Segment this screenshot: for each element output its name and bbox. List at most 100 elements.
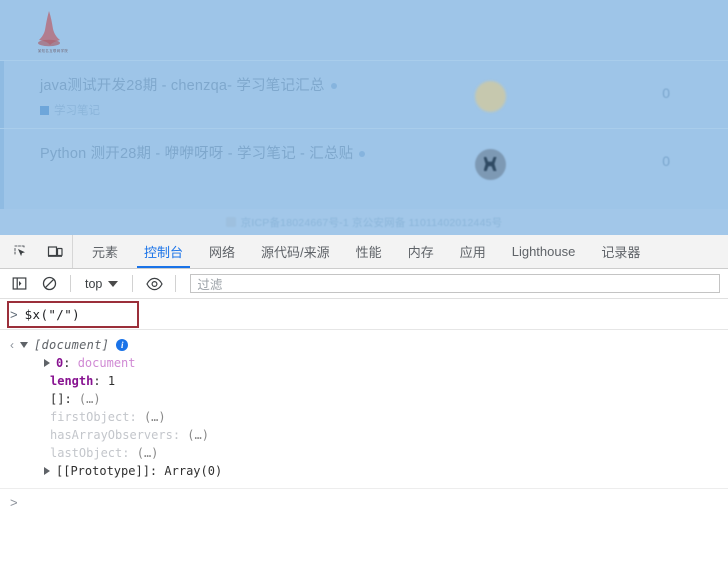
- tab-label: 网络: [209, 245, 236, 260]
- app-root: 某知名互联网学院 java测试开发28期 - chenzqa- 学习笔记汇总 学…: [0, 0, 728, 571]
- property-row[interactable]: hasArrayObservers: (…): [0, 426, 728, 444]
- logo-caption: 某知名互联网学院: [37, 49, 69, 53]
- tab-label: Lighthouse: [511, 244, 576, 259]
- devtools-tabs: 元素 控制台 网络 源代码/来源 性能 内存 应用 Lighthouse 记录器: [73, 235, 653, 268]
- result-label: [document]: [34, 338, 110, 352]
- property-row: length: 1: [0, 372, 728, 390]
- property-row[interactable]: firstObject: (…): [0, 408, 728, 426]
- table-row[interactable]: java测试开发28期 - chenzqa- 学习笔记汇总 学习笔记 0: [0, 60, 728, 128]
- thread-avatar-cell: [440, 71, 540, 112]
- clear-console-icon[interactable]: [38, 273, 60, 295]
- property-key: lastObject: [50, 446, 123, 460]
- devtools-panel: 元素 控制台 网络 源代码/来源 性能 内存 应用 Lighthouse 记录器: [0, 235, 728, 571]
- property-row[interactable]: 0: document: [0, 354, 728, 372]
- console-bottom-prompt[interactable]: >: [0, 489, 728, 515]
- tab-performance[interactable]: 性能: [343, 235, 395, 268]
- tab-recorder[interactable]: 记录器: [588, 235, 653, 268]
- property-value: document: [77, 356, 136, 370]
- thread-avatar-cell: [440, 139, 540, 180]
- property-value[interactable]: (…): [144, 408, 166, 426]
- console-input-row[interactable]: > $x("/"): [0, 299, 728, 330]
- tab-application[interactable]: 应用: [447, 235, 499, 268]
- console-result: ‹ [document] i 0: document length: 1 []:…: [0, 330, 728, 489]
- avatar[interactable]: [474, 81, 506, 112]
- prompt-arrow-icon: >: [10, 494, 18, 510]
- tab-label: 内存: [407, 245, 434, 260]
- devtools-tool-icons: [0, 235, 73, 268]
- tab-lighthouse[interactable]: Lighthouse: [499, 235, 589, 268]
- thread-title-cell: Python 测开28期 - 咿咿呀呀 - 学习笔记 - 汇总贴: [0, 139, 440, 165]
- property-separator: :: [122, 446, 130, 460]
- police-badge-icon: [225, 217, 236, 227]
- property-row[interactable]: lastObject: (…): [0, 444, 728, 462]
- console-expression: $x("/"): [24, 306, 81, 322]
- tag-square-icon: [40, 105, 49, 115]
- logo-mark-icon: [38, 11, 60, 47]
- property-key: hasArrayObservers: [50, 428, 173, 442]
- icp-text: 京ICP备18024667号-1 京公安网备 11011402012445号: [240, 216, 503, 229]
- toolbar-divider: [70, 275, 71, 292]
- page-footer: 京ICP备18024667号-1 京公安网备 11011402012445号: [0, 209, 728, 235]
- info-icon[interactable]: i: [116, 339, 129, 351]
- thread-list: java测试开发28期 - chenzqa- 学习笔记汇总 学习笔记 0 Pyt…: [0, 60, 728, 190]
- page-header: 某知名互联网学院: [0, 0, 728, 60]
- console-body: > $x("/") ‹ [document] i 0: document len…: [0, 299, 728, 571]
- tab-label: 记录器: [601, 245, 641, 260]
- new-dot-icon: [330, 83, 337, 90]
- filter-input[interactable]: 过滤: [190, 274, 720, 293]
- return-arrow-icon: ‹: [10, 338, 14, 352]
- property-separator: :: [129, 410, 137, 424]
- site-logo[interactable]: 某知名互联网学院: [22, 8, 84, 58]
- property-value[interactable]: (…): [187, 426, 209, 444]
- toolbar-divider: [132, 275, 134, 292]
- avatar[interactable]: [474, 149, 506, 180]
- tab-label: 应用: [459, 245, 486, 260]
- result-header-line[interactable]: ‹ [document] i: [0, 336, 728, 354]
- live-expression-icon[interactable]: [143, 273, 165, 295]
- property-value: 1: [107, 374, 116, 388]
- thread-tag[interactable]: 学习笔记: [40, 102, 440, 118]
- console-toolbar: top 过滤: [0, 269, 728, 299]
- tab-sources[interactable]: 源代码/来源: [248, 235, 343, 268]
- property-value[interactable]: (…): [79, 390, 101, 408]
- property-key: length: [50, 374, 94, 388]
- property-row[interactable]: []: (…): [0, 390, 728, 408]
- device-toolbar-icon[interactable]: [44, 241, 66, 263]
- thread-title[interactable]: java测试开发28期 - chenzqa- 学习笔记汇总: [40, 75, 440, 97]
- property-key: [[Prototype]]: [56, 464, 150, 478]
- devtools-tabbar: 元素 控制台 网络 源代码/来源 性能 内存 应用 Lighthouse 记录器: [0, 235, 728, 269]
- thread-reply-count: 0: [662, 153, 670, 169]
- tab-label: 性能: [355, 245, 382, 260]
- table-row[interactable]: Python 测开28期 - 咿咿呀呀 - 学习笔记 - 汇总贴 0: [0, 128, 728, 190]
- property-separator: :: [93, 374, 101, 388]
- toolbar-divider: [175, 275, 177, 292]
- thread-tag-label: 学习笔记: [54, 105, 100, 117]
- property-separator: :: [149, 464, 158, 478]
- tab-network[interactable]: 网络: [196, 235, 248, 268]
- new-dot-icon: [359, 151, 366, 158]
- tab-memory[interactable]: 内存: [395, 235, 447, 268]
- execution-context-select[interactable]: top: [81, 277, 122, 291]
- tab-label: 控制台: [144, 245, 184, 260]
- expand-triangle-icon[interactable]: [20, 342, 28, 348]
- thread-title-text: Python 测开28期 - 咿咿呀呀 - 学习笔记 - 汇总贴: [40, 146, 354, 162]
- property-row[interactable]: [[Prototype]]: Array(0): [0, 462, 728, 480]
- expand-triangle-icon[interactable]: [44, 359, 50, 367]
- console-sidebar-toggle-icon[interactable]: [8, 273, 30, 295]
- thread-title[interactable]: Python 测开28期 - 咿咿呀呀 - 学习笔记 - 汇总贴: [40, 143, 440, 165]
- tab-elements[interactable]: 元素: [79, 235, 131, 268]
- property-separator: :: [172, 428, 181, 442]
- chevron-down-icon: [108, 280, 119, 287]
- tab-label: 元素: [92, 245, 119, 260]
- property-value[interactable]: (…): [137, 444, 159, 462]
- property-separator: :: [63, 356, 71, 370]
- thread-reply-count: 0: [662, 85, 670, 101]
- property-separator: :: [64, 392, 72, 406]
- property-value: Array(0): [164, 464, 223, 478]
- property-key: 0: [56, 356, 64, 370]
- thread-title-cell: java测试开发28期 - chenzqa- 学习笔记汇总 学习笔记: [0, 71, 440, 118]
- expand-triangle-icon[interactable]: [44, 467, 50, 475]
- tab-console[interactable]: 控制台: [131, 235, 196, 268]
- icp-record: 京ICP备18024667号-1 京公安网备 11011402012445号: [225, 215, 503, 230]
- inspect-element-icon[interactable]: [10, 241, 32, 263]
